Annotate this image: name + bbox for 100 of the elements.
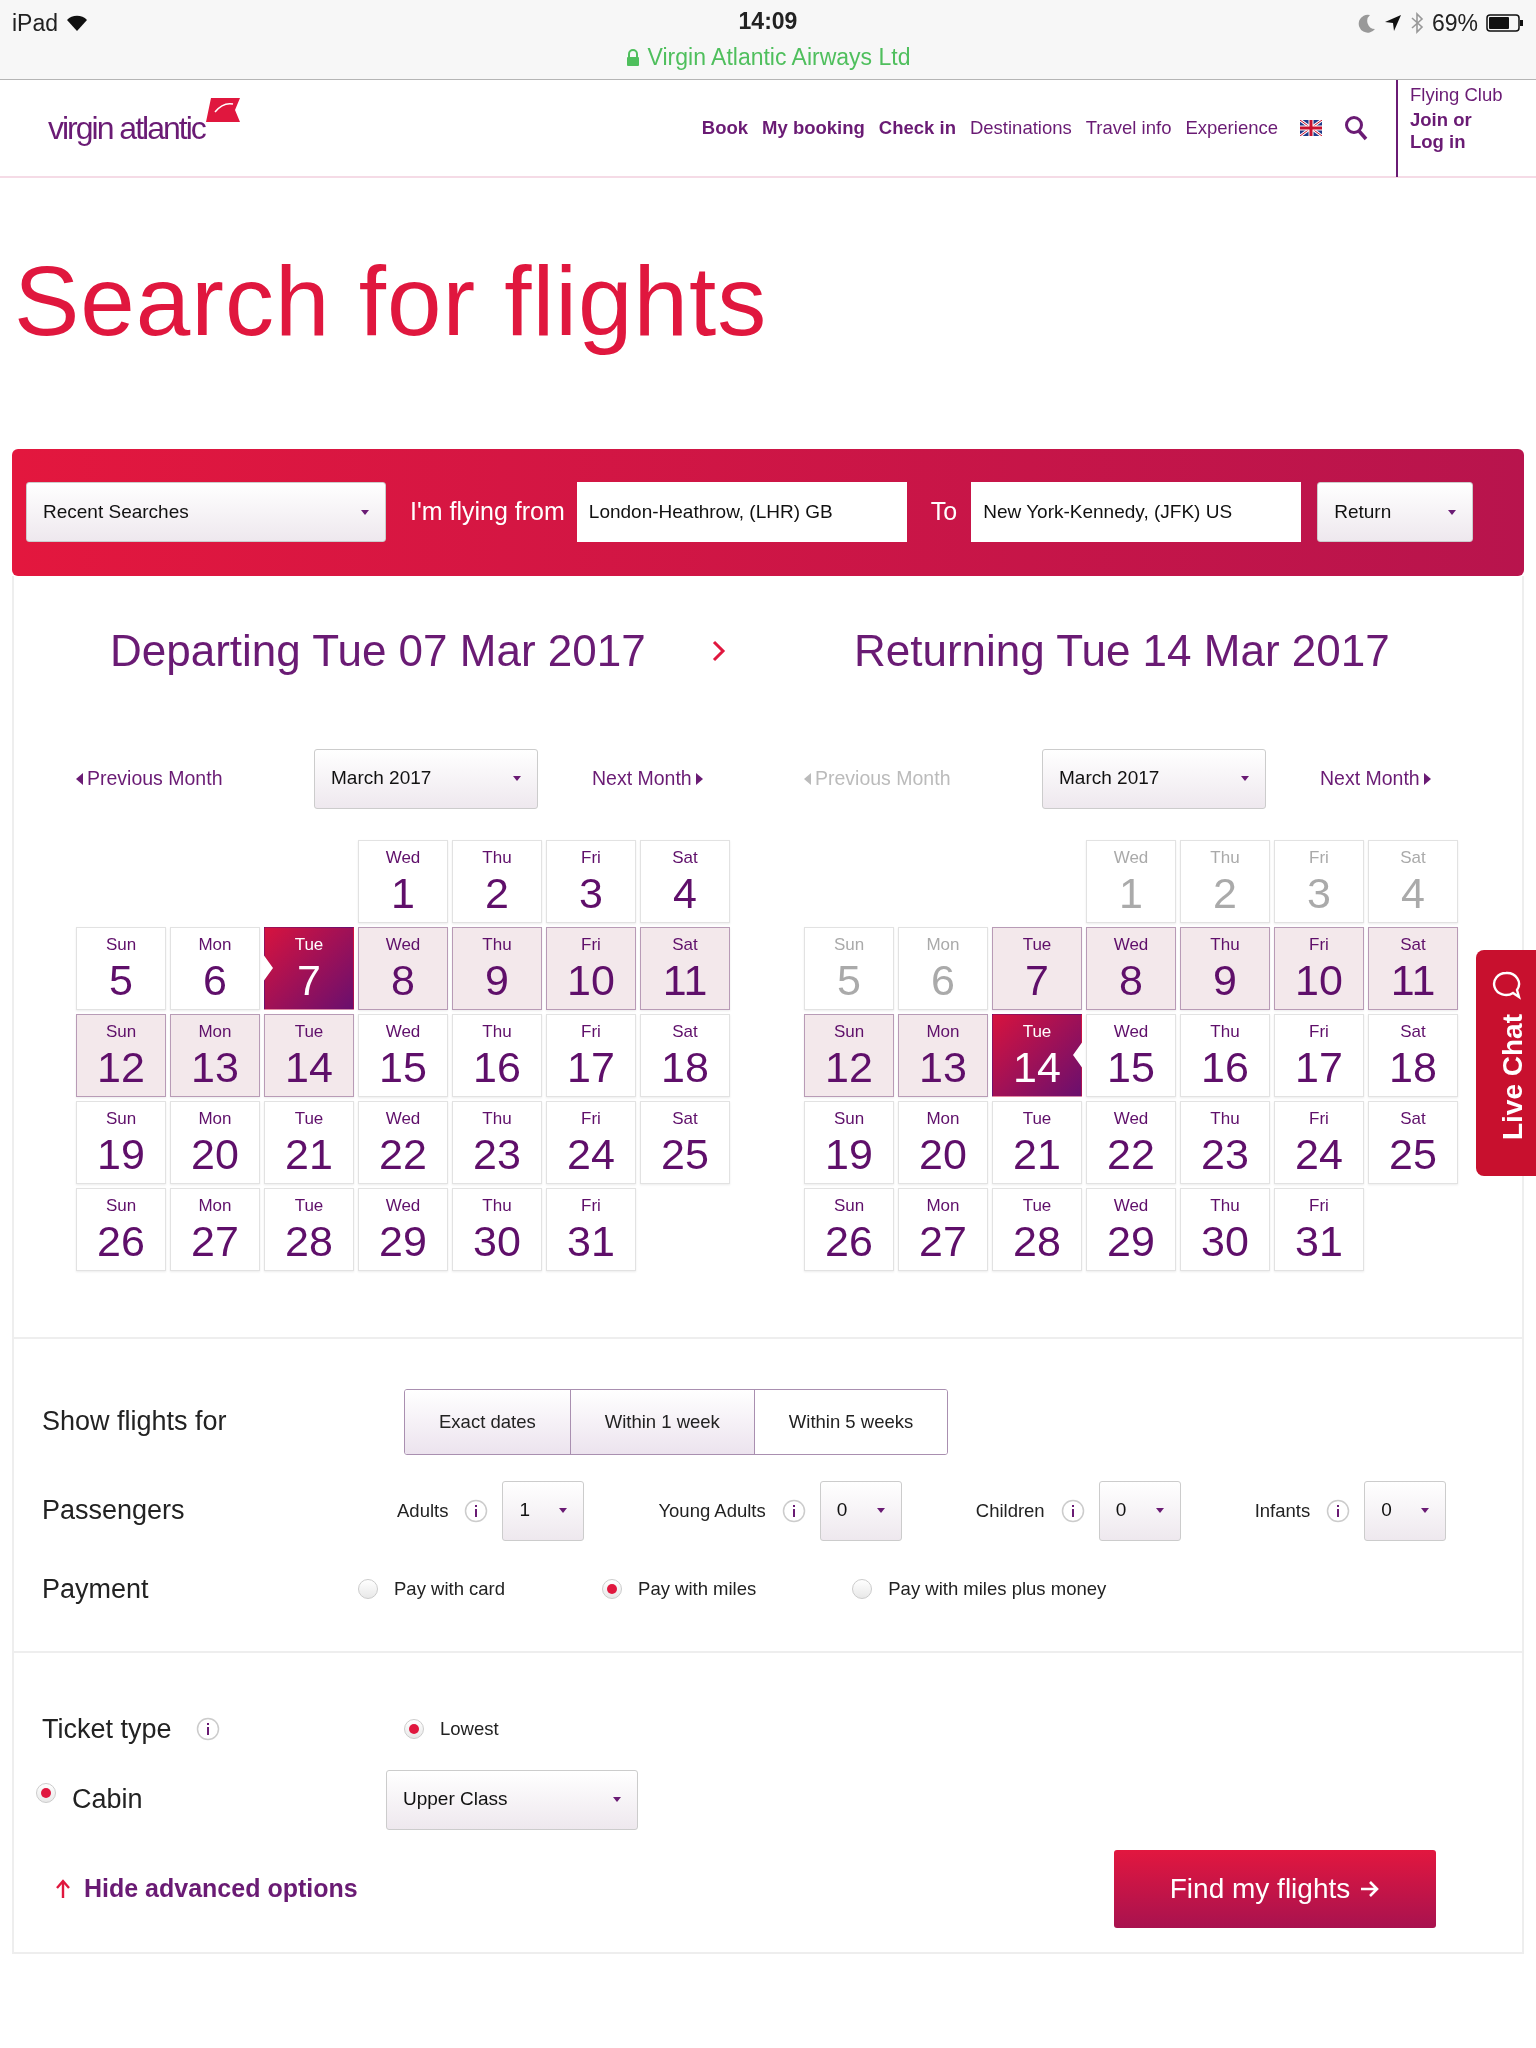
radio-button[interactable] (358, 1578, 378, 1599)
trip-type-select[interactable]: Return (1317, 482, 1474, 542)
date-cell[interactable]: Mon 13 (170, 1013, 260, 1097)
nav-link[interactable]: Book (701, 114, 749, 142)
recent-searches-select[interactable]: Recent Searches (26, 482, 386, 542)
logo-text[interactable]: virgin atlantic (48, 104, 205, 152)
passenger-count-select[interactable]: 0 (1098, 1480, 1181, 1541)
date-cell[interactable]: Thu 9 (1180, 926, 1270, 1010)
date-cell[interactable]: Sat 25 (1368, 1100, 1458, 1184)
flag-icon[interactable] (1300, 120, 1322, 136)
date-cell[interactable]: Tue 7 (992, 926, 1082, 1010)
date-cell[interactable]: Wed 29 (358, 1187, 448, 1271)
next-month-link[interactable]: Next Month (1320, 763, 1431, 794)
date-cell[interactable]: Wed 8 (358, 926, 448, 1010)
caret-right-icon (695, 772, 703, 785)
date-cell[interactable]: Tue 28 (992, 1187, 1082, 1271)
date-cell[interactable]: Mon 20 (170, 1100, 260, 1184)
date-cell[interactable]: Mon 13 (898, 1013, 988, 1097)
field-label: I'm flying from (410, 496, 565, 528)
date-cell[interactable]: Sun 12 (76, 1013, 166, 1097)
account-link[interactable]: Log in (1410, 130, 1536, 154)
date-cell[interactable]: Sat 11 (640, 926, 730, 1010)
date-cell[interactable]: Thu 23 (1180, 1100, 1270, 1184)
date-cell[interactable]: Fri 10 (546, 926, 636, 1010)
date-cell[interactable]: Wed 8 (1086, 926, 1176, 1010)
search-icon[interactable] (1344, 115, 1368, 141)
previous-month-link[interactable]: Previous Month (76, 763, 314, 794)
nav-link[interactable]: Travel info (1085, 114, 1172, 142)
date-cell[interactable]: Fri 3 (546, 839, 636, 923)
radio-button[interactable] (36, 1782, 56, 1803)
date-cell[interactable]: Mon 6 (170, 926, 260, 1010)
nav-link[interactable]: Destinations (969, 114, 1072, 142)
date-cell[interactable]: Fri 31 (1274, 1187, 1364, 1271)
hide-options-link[interactable]: Hide advanced options (56, 1869, 358, 1908)
date-cell[interactable]: Sun 19 (76, 1100, 166, 1184)
cabin-select[interactable]: Upper Class (386, 1769, 638, 1830)
radio-label: Lowest (440, 1717, 499, 1742)
date-cell[interactable]: Wed 1 (358, 839, 448, 923)
passenger-label: Infants (1254, 1498, 1311, 1523)
date-cell[interactable]: Wed 22 (358, 1100, 448, 1184)
date-cell[interactable]: Tue 21 (264, 1100, 354, 1184)
date-cell[interactable]: Mon 20 (898, 1100, 988, 1184)
date-cell[interactable]: Mon 27 (898, 1187, 988, 1271)
info-icon (1326, 1498, 1351, 1523)
nav-link[interactable]: My booking (762, 114, 865, 142)
clock-time: 14:09 (738, 8, 798, 34)
date-cell[interactable]: Sun 5 (76, 926, 166, 1010)
date-cell[interactable]: Wed 15 (1086, 1013, 1176, 1097)
date-cell[interactable]: Thu 16 (1180, 1013, 1270, 1097)
nav-link[interactable]: Experience (1185, 114, 1278, 142)
passenger-count-select[interactable]: 0 (819, 1480, 902, 1541)
date-cell[interactable]: Sat 11 (1368, 926, 1458, 1010)
date-cell[interactable]: Fri 17 (1274, 1013, 1364, 1097)
radio-button[interactable] (602, 1578, 623, 1599)
date-cell[interactable]: Sat 4 (640, 839, 730, 923)
range-option[interactable]: Exact dates (405, 1389, 571, 1454)
date-cell[interactable]: Wed 22 (1086, 1100, 1176, 1184)
radio-button[interactable] (404, 1719, 424, 1740)
date-cell[interactable]: Tue 7 (264, 926, 354, 1010)
origin-field[interactable]: London-Heathrow, (LHR) GB (576, 482, 907, 542)
passenger-label: Young Adults (658, 1498, 766, 1523)
passenger-label: Children (975, 1498, 1045, 1523)
date-cell[interactable]: Tue 14 (992, 1013, 1082, 1097)
passenger-count-select[interactable]: 1 (502, 1480, 585, 1541)
destination-field[interactable]: New York-Kennedy, (JFK) US (971, 482, 1302, 542)
range-option[interactable]: Within 1 week (570, 1389, 755, 1454)
device-name: iPad (12, 9, 59, 38)
date-cell[interactable]: Thu 23 (452, 1100, 542, 1184)
date-cell[interactable]: Sat 25 (640, 1100, 730, 1184)
date-cell[interactable]: Tue 21 (992, 1100, 1082, 1184)
date-cell[interactable]: Tue 28 (264, 1187, 354, 1271)
date-cell[interactable]: Tue 14 (264, 1013, 354, 1097)
date-cell[interactable]: Fri 24 (1274, 1100, 1364, 1184)
date-cell[interactable]: Wed 29 (1086, 1187, 1176, 1271)
search-button[interactable]: Find my flights (1114, 1849, 1436, 1928)
date-cell[interactable]: Fri 31 (546, 1187, 636, 1271)
date-cell[interactable]: Sun 12 (804, 1013, 894, 1097)
date-cell[interactable]: Thu 2 (452, 839, 542, 923)
date-cell[interactable]: Sat 18 (640, 1013, 730, 1097)
date-cell[interactable]: Fri 17 (546, 1013, 636, 1097)
date-cell[interactable]: Sun 26 (804, 1187, 894, 1271)
date-cell[interactable]: Sun 19 (804, 1100, 894, 1184)
date-cell[interactable]: Thu 16 (452, 1013, 542, 1097)
date-cell[interactable]: Thu 30 (1180, 1187, 1270, 1271)
date-cell[interactable]: Sun 26 (76, 1187, 166, 1271)
date-cell[interactable]: Thu 30 (452, 1187, 542, 1271)
account-link[interactable]: Join or (1410, 108, 1536, 131)
date-cell[interactable]: Wed 15 (358, 1013, 448, 1097)
radio-button[interactable] (852, 1578, 873, 1599)
month-select[interactable]: March 2017 (314, 748, 538, 809)
date-cell[interactable]: Thu 9 (452, 926, 542, 1010)
next-month-link[interactable]: Next Month (592, 763, 703, 794)
month-select[interactable]: March 2017 (1042, 748, 1266, 809)
nav-link[interactable]: Check in (878, 114, 956, 142)
date-cell[interactable]: Fri 24 (546, 1100, 636, 1184)
live-chat-tab[interactable]: Live Chat (1476, 950, 1536, 1176)
date-cell[interactable]: Sat 18 (1368, 1013, 1458, 1097)
date-cell[interactable]: Fri 10 (1274, 926, 1364, 1010)
date-cell[interactable]: Mon 27 (170, 1187, 260, 1271)
passenger-count-select[interactable]: 0 (1364, 1480, 1447, 1541)
